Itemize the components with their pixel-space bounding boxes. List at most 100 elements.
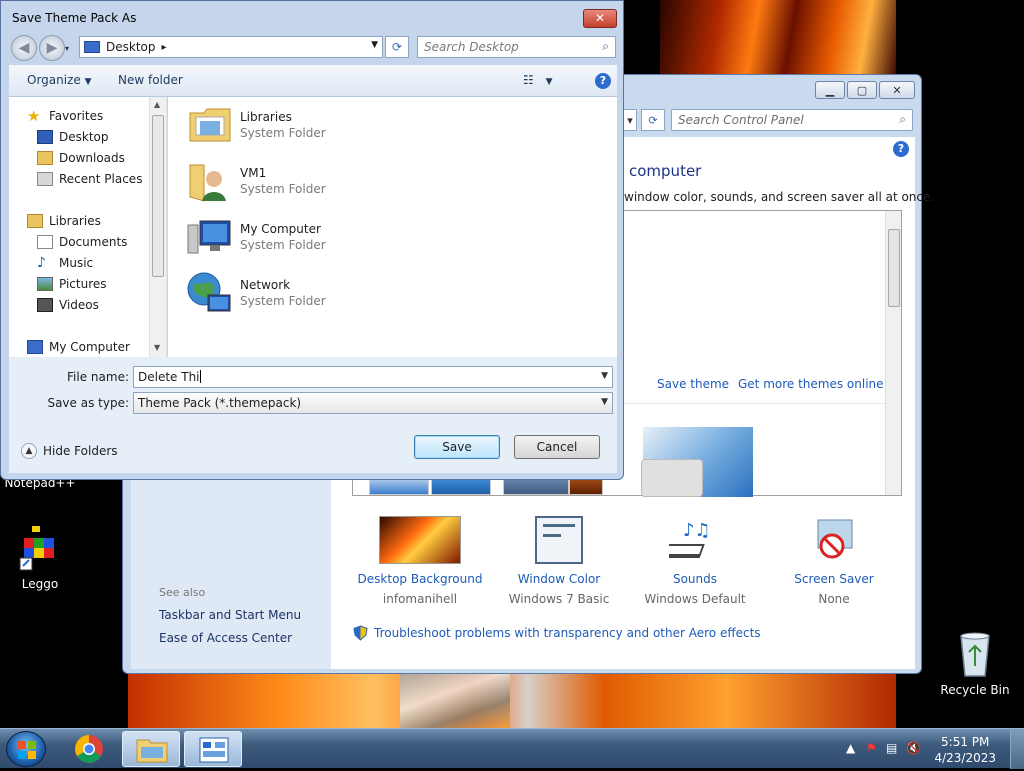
nav-item-videos[interactable]: Videos <box>37 295 99 315</box>
organize-label: Organize <box>27 73 81 87</box>
address-text: Desktop <box>106 40 156 54</box>
network-icon[interactable]: ▤ <box>886 741 897 755</box>
computer-icon <box>186 213 234 261</box>
nav-item-desktop[interactable]: Desktop <box>37 127 109 147</box>
screen-saver-icon <box>810 516 858 564</box>
nav-item-documents[interactable]: Documents <box>37 232 127 252</box>
leggo-label: Leggo <box>21 577 59 591</box>
nav-item-favorites[interactable]: ★ Favorites <box>27 106 103 126</box>
back-button[interactable]: ◀ <box>11 35 37 61</box>
refresh-button[interactable]: ⟳ <box>385 36 409 58</box>
help-icon[interactable]: ? <box>893 141 909 157</box>
themes-scrollbar[interactable] <box>885 211 901 495</box>
wallpaper-fire-top <box>660 0 896 78</box>
file-name-input[interactable]: Delete Thi ▼ <box>133 366 613 388</box>
chrome-icon <box>75 735 103 763</box>
save-theme-link[interactable]: Save theme <box>657 377 729 391</box>
screen-saver-item[interactable]: Screen Saver None <box>769 516 899 606</box>
item-name: Screen Saver <box>794 572 874 586</box>
desktop-icon <box>37 130 53 144</box>
save-button[interactable]: Save <box>414 435 500 459</box>
dialog-close-button[interactable]: ✕ <box>583 9 617 28</box>
get-more-themes-link[interactable]: Get more themes online <box>738 377 884 391</box>
nav-item-pictures[interactable]: Pictures <box>37 274 107 294</box>
hide-folders-label: Hide Folders <box>43 444 118 458</box>
show-desktop-button[interactable] <box>1010 729 1024 769</box>
search-icon: ⌕ <box>602 39 609 53</box>
troubleshoot-link[interactable]: Troubleshoot problems with transparency … <box>374 626 761 640</box>
file-item-my-computer[interactable]: My Computer System Folder <box>186 211 326 263</box>
taskbar-explorer[interactable] <box>122 731 180 767</box>
user-folder-icon <box>186 157 234 205</box>
wallpaper-streak <box>400 672 510 728</box>
action-center-icon[interactable]: ⚑ <box>866 741 877 755</box>
address-bar[interactable]: Desktop ▸ ▼ <box>79 36 383 58</box>
chevron-down-icon: ▼ <box>601 397 608 407</box>
organize-button[interactable]: Organize ▼ <box>27 73 92 87</box>
see-also-heading: See also <box>159 586 206 599</box>
star-icon: ★ <box>27 107 41 125</box>
scroll-down-icon[interactable]: ▼ <box>154 343 160 352</box>
nav-item-downloads[interactable]: Downloads <box>37 148 125 168</box>
desktop-icon-leggo[interactable]: Leggo <box>0 524 80 591</box>
computer-icon <box>27 340 43 354</box>
sounds-item[interactable]: ♪♫ Sounds Windows Default <box>630 516 760 606</box>
chevron-down-icon[interactable]: ▼ <box>601 371 608 381</box>
new-folder-button[interactable]: New folder <box>118 73 183 87</box>
recent-locations-dropdown[interactable]: ▾ <box>65 44 69 53</box>
help-icon[interactable]: ? <box>595 73 611 89</box>
save-dialog: Save Theme Pack As ✕ ◀ ▶ ▾ Desktop ▸ ▼ ⟳… <box>0 0 624 480</box>
dialog-toolbar: Organize ▼ New folder ☷ ▼ ? <box>9 65 617 97</box>
wallpaper-fire-bottom <box>128 672 896 728</box>
nav-item-music[interactable]: ♪ Music <box>37 253 93 273</box>
file-type: System Folder <box>240 238 326 252</box>
scroll-up-icon[interactable]: ▲ <box>154 100 160 109</box>
search-input[interactable]: Search Desktop ⌕ <box>417 36 616 58</box>
nav-item-recent-places[interactable]: Recent Places <box>37 169 142 189</box>
taskbar: ▲ ⚑ ▤ 🔇 5:51 PM 4/23/2023 <box>0 728 1024 769</box>
close-button[interactable]: ✕ <box>879 81 915 99</box>
address-dropdown[interactable]: ▾ <box>623 109 637 131</box>
selected-theme-frame[interactable] <box>641 459 703 497</box>
refresh-button[interactable]: ⟳ <box>641 109 665 131</box>
troubleshoot-row[interactable]: Troubleshoot problems with transparency … <box>353 625 761 641</box>
libraries-icon <box>27 214 43 228</box>
taskbar-start-menu-link[interactable]: Taskbar and Start Menu <box>159 608 301 622</box>
file-item-libraries[interactable]: Libraries System Folder <box>186 99 326 151</box>
file-item-network[interactable]: Network System Folder <box>186 267 326 319</box>
start-button[interactable] <box>6 731 46 767</box>
window-color-item[interactable]: Window Color Windows 7 Basic <box>494 516 624 606</box>
svg-text:♪♫: ♪♫ <box>683 520 711 541</box>
taskbar-chrome[interactable] <box>60 731 118 767</box>
file-item-vm1[interactable]: VM1 System Folder <box>186 155 326 207</box>
forward-button[interactable]: ▶ <box>39 35 65 61</box>
chevron-down-icon[interactable]: ▼ <box>371 40 378 50</box>
file-name: My Computer <box>240 222 321 236</box>
nav-item-my-computer[interactable]: My Computer <box>27 337 130 357</box>
scroll-thumb[interactable] <box>152 115 164 277</box>
maximize-button[interactable]: ▢ <box>847 81 877 99</box>
hide-folders-toggle[interactable]: ▲ Hide Folders <box>21 443 118 459</box>
view-options-button[interactable]: ☷ ▼ <box>523 73 553 87</box>
minimize-button[interactable]: ▁ <box>815 81 845 99</box>
nav-scrollbar[interactable]: ▲ ▼ <box>149 97 166 357</box>
nav-label: Recent Places <box>59 172 143 186</box>
clock[interactable]: 5:51 PM 4/23/2023 <box>934 734 996 766</box>
file-type: System Folder <box>240 294 326 308</box>
file-name-label: File name: <box>67 370 129 384</box>
breadcrumb-arrow-icon[interactable]: ▸ <box>162 42 167 53</box>
cancel-button[interactable]: Cancel <box>514 435 600 459</box>
volume-muted-icon[interactable]: 🔇 <box>906 741 921 755</box>
taskbar-control-panel[interactable] <box>184 731 242 767</box>
leggo-icon <box>19 526 54 571</box>
pictures-icon <box>37 277 53 291</box>
ease-of-access-link[interactable]: Ease of Access Center <box>159 631 292 645</box>
desktop-icon-recycle-bin[interactable]: Recycle Bin <box>935 630 1015 697</box>
save-as-type-select[interactable]: Theme Pack (*.themepack) ▼ <box>133 392 613 414</box>
control-panel-search-input[interactable]: Search Control Panel ⌕ <box>671 109 913 131</box>
nav-item-libraries[interactable]: Libraries <box>27 211 101 231</box>
documents-icon <box>37 235 53 249</box>
desktop-background-item[interactable]: Desktop Background infomanihell <box>355 516 485 606</box>
file-name: Libraries <box>240 110 292 124</box>
show-hidden-icons-icon[interactable]: ▲ <box>846 741 855 755</box>
